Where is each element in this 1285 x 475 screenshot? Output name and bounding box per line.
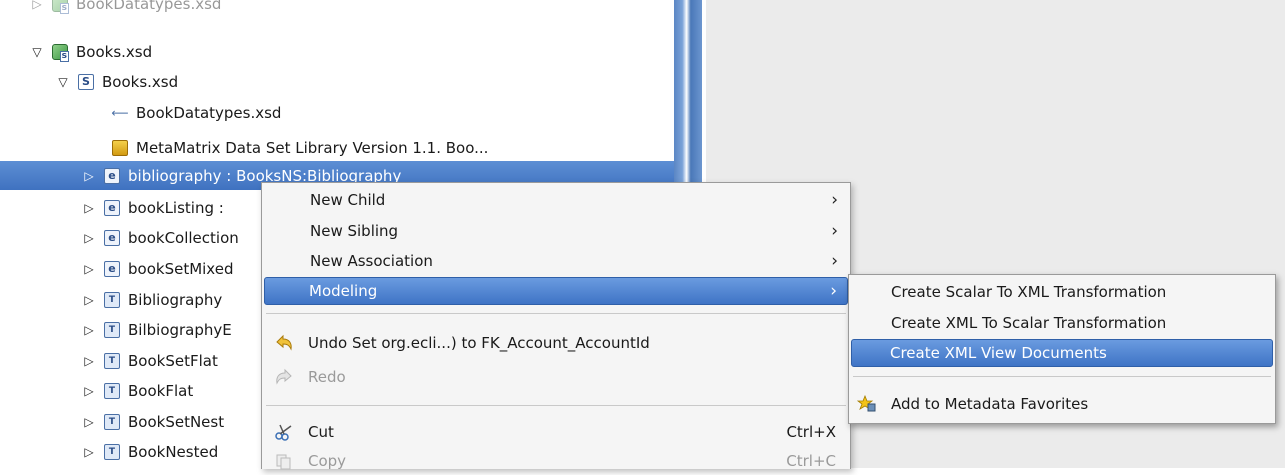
menu-item-create-scalar-to-xml[interactable]: Create Scalar To XML Transformation: [851, 278, 1273, 306]
menu-item-accelerator: Ctrl+C: [786, 452, 836, 470]
modeling-submenu: Create Scalar To XML Transformation Crea…: [848, 274, 1276, 424]
expand-twisty-icon[interactable]: ▷: [82, 354, 96, 368]
complex-type-icon: T: [104, 443, 120, 460]
tree-row-label: BookDatatypes.xsd: [76, 0, 222, 13]
annotation-icon: [112, 139, 128, 156]
collapse-twisty-icon[interactable]: ▽: [30, 45, 44, 59]
menu-item-accelerator: Ctrl+X: [786, 423, 836, 441]
menu-item-new-sibling[interactable]: New Sibling ›: [264, 217, 848, 245]
menu-item-create-xml-view-documents[interactable]: Create XML View Documents: [851, 339, 1273, 367]
submenu-arrow-icon: ›: [831, 221, 838, 241]
menu-item-label: Modeling: [309, 282, 378, 300]
expand-twisty-icon[interactable]: ▷: [30, 0, 44, 11]
menu-item-modeling[interactable]: Modeling ›: [264, 277, 848, 305]
schema-icon: S: [78, 73, 94, 90]
menu-item-new-association[interactable]: New Association ›: [264, 247, 848, 275]
expand-twisty-icon[interactable]: ▷: [82, 293, 96, 307]
tree-row-label: BookFlat: [128, 381, 194, 400]
menu-item-cut[interactable]: Cut Ctrl+X: [264, 418, 848, 446]
menu-item-redo: Redo: [264, 363, 848, 391]
menu-item-label: Copy: [308, 452, 347, 470]
menu-item-label: Redo: [308, 368, 346, 386]
expand-twisty-icon[interactable]: ▷: [82, 323, 96, 337]
redo-icon: [274, 367, 294, 387]
xsd-model-icon: [52, 43, 69, 62]
favorites-star-icon: [857, 394, 877, 414]
menu-separator: [853, 376, 1271, 377]
element-icon: e: [104, 229, 120, 246]
expand-twisty-icon[interactable]: ▷: [82, 262, 96, 276]
collapse-twisty-icon[interactable]: ▽: [56, 75, 70, 89]
tree-row-label: bookCollection: [128, 228, 239, 247]
tree-row-label: bookListing :: [128, 198, 224, 217]
submenu-arrow-icon: ›: [831, 190, 838, 210]
context-menu: New Child › New Sibling › New Associatio…: [261, 182, 851, 470]
complex-type-icon: T: [104, 291, 120, 308]
complex-type-icon: T: [104, 352, 120, 369]
menu-separator: [266, 405, 846, 406]
tree-row-label: Books.xsd: [102, 72, 179, 91]
menu-item-label: Create XML To Scalar Transformation: [891, 314, 1167, 332]
tree-row-import[interactable]: ⟵ BookDatatypes.xsd: [0, 98, 674, 127]
tree-row-label: Books.xsd: [76, 42, 153, 61]
menu-item-label: New Child: [310, 191, 386, 209]
undo-icon: [274, 333, 294, 353]
tree-row-label: BookSetFlat: [128, 351, 218, 370]
tree-row-annotation[interactable]: MetaMatrix Data Set Library Version 1.1.…: [0, 133, 674, 162]
tree-row-bookdatatypes-model[interactable]: ▷ BookDatatypes.xsd: [0, 0, 674, 18]
complex-type-icon: T: [104, 413, 120, 430]
menu-separator: [266, 313, 846, 314]
menu-item-label: Cut: [308, 423, 334, 441]
menu-item-undo[interactable]: Undo Set org.ecli...) to FK_Account_Acco…: [264, 329, 848, 357]
expand-twisty-icon[interactable]: ▷: [82, 169, 96, 183]
tree-row-books-model[interactable]: ▽ Books.xsd: [0, 37, 674, 66]
menu-item-label: New Sibling: [310, 222, 399, 240]
menu-item-label: Add to Metadata Favorites: [891, 395, 1089, 413]
tree-row-label: MetaMatrix Data Set Library Version 1.1.…: [136, 138, 489, 157]
menu-item-label: New Association: [310, 252, 433, 270]
menu-item-copy: Copy Ctrl+C: [264, 447, 848, 475]
tree-row-label: BookNested: [128, 442, 219, 461]
expand-twisty-icon[interactable]: ▷: [82, 384, 96, 398]
copy-icon: [274, 451, 294, 471]
menu-item-new-child[interactable]: New Child ›: [264, 186, 848, 214]
complex-type-icon: T: [104, 321, 120, 338]
scissors-icon: [274, 422, 294, 442]
tree-row-label: Bibliography: [128, 290, 223, 309]
tree-row-label: BilbiographyE: [128, 320, 232, 339]
element-icon: e: [104, 260, 120, 277]
element-icon: e: [104, 167, 120, 184]
submenu-arrow-icon: ›: [830, 281, 837, 301]
tree-row-label: BookDatatypes.xsd: [136, 103, 282, 122]
expand-twisty-icon[interactable]: ▷: [82, 231, 96, 245]
import-icon: ⟵: [111, 105, 129, 120]
submenu-arrow-icon: ›: [831, 251, 838, 271]
menu-item-label: Create Scalar To XML Transformation: [891, 283, 1167, 301]
menu-item-add-to-favorites[interactable]: Add to Metadata Favorites: [851, 390, 1273, 418]
tree-row-books-schema[interactable]: ▽ S Books.xsd: [0, 67, 674, 96]
xsd-model-icon: [52, 0, 69, 14]
complex-type-icon: T: [104, 382, 120, 399]
menu-item-label: Undo Set org.ecli...) to FK_Account_Acco…: [308, 334, 650, 352]
expand-twisty-icon[interactable]: ▷: [82, 201, 96, 215]
tree-row-label: BookSetNest: [128, 412, 225, 431]
menu-item-create-xml-to-scalar[interactable]: Create XML To Scalar Transformation: [851, 309, 1273, 337]
element-icon: e: [104, 199, 120, 216]
menu-item-label: Create XML View Documents: [890, 344, 1107, 362]
tree-row-label: bookSetMixed: [128, 259, 234, 278]
expand-twisty-icon[interactable]: ▷: [82, 445, 96, 459]
expand-twisty-icon[interactable]: ▷: [82, 415, 96, 429]
